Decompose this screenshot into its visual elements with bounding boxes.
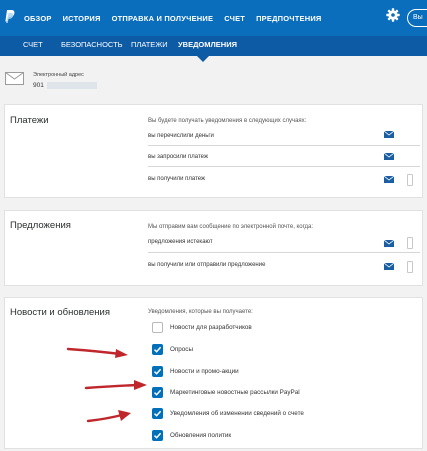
gear-icon[interactable] — [386, 8, 400, 22]
red-arrow-icon — [86, 410, 131, 423]
checkbox-label: Новости и промо-акции — [170, 368, 239, 375]
email-notification-icon[interactable] — [384, 240, 394, 247]
payment-row-requested: вы запросили платеж — [148, 154, 208, 160]
nav-preferences[interactable]: ПРЕДПОЧТЕНИЯ — [256, 14, 321, 23]
checkbox-label: Уведомления об изменении сведений о счет… — [170, 410, 304, 417]
payments-intro: Вы будете получать уведомления в следующ… — [148, 118, 307, 124]
checkbox-surveys[interactable] — [152, 344, 163, 355]
email-notification-icon[interactable] — [384, 176, 394, 183]
row-divider — [148, 166, 420, 167]
nav-account[interactable]: СЧЕТ — [224, 14, 245, 23]
offer-row-expire: предложения истекают — [148, 239, 213, 245]
red-arrow-icon — [84, 380, 147, 390]
tab-account[interactable]: СЧЕТ — [23, 40, 43, 49]
row-divider — [148, 145, 420, 146]
checkbox-label: Маркетинговые новостные рассылки PayPal — [170, 389, 300, 396]
row-divider — [148, 252, 420, 253]
envelope-icon — [5, 72, 24, 85]
sub-navigation-bar: СЧЕТ БЕЗОПАСНОСТЬ ПЛАТЕЖИ УВЕДОМЛЕНИЯ — [0, 36, 427, 56]
checkmark-icon — [153, 410, 162, 417]
checkbox-news-promos[interactable] — [152, 366, 163, 377]
checkbox-account-changes[interactable] — [152, 408, 163, 419]
checkbox-label: Опросы — [170, 346, 193, 353]
red-arrow-icon — [66, 347, 128, 358]
email-notification-icon[interactable] — [384, 153, 394, 160]
tab-notifications[interactable]: УВЕДОМЛЕНИЯ — [178, 40, 237, 49]
payments-title: Платежи — [10, 115, 49, 126]
news-title: Новости и обновления — [10, 307, 110, 318]
offer-row-received-sent: вы получили или отправили предложение — [148, 262, 266, 268]
news-intro: Уведомления, которые вы получаете: — [148, 309, 253, 315]
top-nav-menu: ОБЗОР ИСТОРИЯ ОТПРАВКА И ПОЛУЧЕНИЕ СЧЕТ … — [24, 0, 333, 36]
tab-payments[interactable]: ПЛАТЕЖИ — [131, 40, 168, 49]
checkmark-icon — [153, 368, 162, 375]
mobile-notification-icon[interactable] — [407, 261, 413, 273]
offers-intro: Мы отправим вам сообщение по электронной… — [148, 224, 313, 230]
email-notification-icon[interactable] — [384, 131, 394, 138]
email-label: Электронный адрес — [33, 72, 84, 78]
checkbox-marketing-newsletters[interactable] — [152, 387, 163, 398]
payment-row-sent: вы перечислили деньги — [148, 133, 214, 139]
nav-overview[interactable]: ОБЗОР — [24, 14, 52, 23]
payment-row-received: вы получили платеж — [148, 176, 206, 182]
email-value: 901 — [33, 82, 97, 89]
offers-title: Предложения — [10, 220, 71, 231]
checkbox-policy-updates[interactable] — [152, 430, 163, 441]
nav-history[interactable]: ИСТОРИЯ — [63, 14, 101, 23]
checkbox-developer-news[interactable] — [152, 322, 163, 333]
email-notification-icon[interactable] — [384, 263, 394, 270]
logout-button[interactable]: Вы — [407, 9, 427, 27]
blurred-email — [46, 82, 97, 89]
mobile-notification-icon[interactable] — [407, 174, 413, 186]
tab-security[interactable]: БЕЗОПАСНОСТЬ — [61, 40, 123, 49]
checkmark-icon — [153, 432, 162, 439]
checkmark-icon — [153, 389, 162, 396]
top-navigation-bar: ОБЗОР ИСТОРИЯ ОТПРАВКА И ПОЛУЧЕНИЕ СЧЕТ … — [0, 0, 427, 36]
checkmark-icon — [153, 346, 162, 353]
paypal-logo-icon[interactable] — [5, 9, 15, 25]
mobile-notification-icon[interactable] — [407, 237, 413, 249]
active-tab-indicator — [197, 56, 209, 62]
checkbox-label: Новости для разработчиков — [170, 324, 252, 331]
checkbox-label: Обновления политик — [170, 432, 232, 439]
nav-send-receive[interactable]: ОТПРАВКА И ПОЛУЧЕНИЕ — [112, 14, 214, 23]
